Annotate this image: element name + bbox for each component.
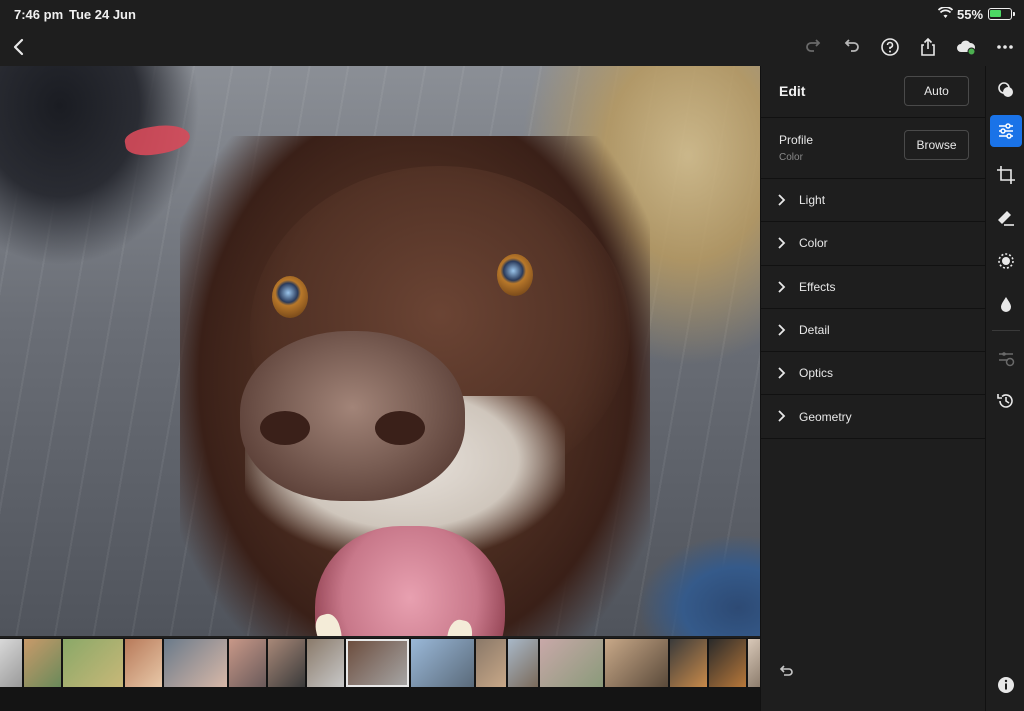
section-label: Geometry — [799, 409, 852, 424]
photo-jeans — [640, 536, 760, 636]
history-icon[interactable] — [990, 385, 1022, 417]
filmstrip[interactable] — [0, 638, 760, 688]
filmstrip-thumbnail[interactable] — [346, 639, 409, 687]
bottom-bar — [0, 688, 760, 711]
profile-row: Profile Color Browse — [761, 118, 985, 179]
tools-divider — [992, 330, 1020, 331]
cloud-sync-icon[interactable] — [953, 34, 979, 60]
filmstrip-thumbnail[interactable] — [709, 639, 746, 687]
filmstrip-thumbnail[interactable] — [63, 639, 123, 687]
filmstrip-thumbnail[interactable] — [748, 639, 760, 687]
back-icon[interactable] — [6, 34, 32, 60]
masking-icon[interactable] — [990, 245, 1022, 277]
blur-icon[interactable] — [990, 288, 1022, 320]
healing-icon[interactable] — [990, 202, 1022, 234]
section-optics[interactable]: Optics — [761, 352, 985, 396]
top-toolbar — [0, 28, 1024, 66]
edit-sections: Light Color Effects Detail Optics Geometry — [761, 179, 985, 439]
wifi-icon — [937, 6, 954, 22]
filmstrip-thumbnail[interactable] — [164, 639, 227, 687]
photo-dog-eye-right — [497, 254, 533, 296]
edit-title: Edit — [779, 83, 806, 99]
filmstrip-thumbnail[interactable] — [268, 639, 305, 687]
side-tools — [985, 66, 1024, 711]
chevron-right-icon — [776, 280, 786, 294]
filmstrip-thumbnail[interactable] — [0, 639, 22, 687]
help-icon[interactable] — [877, 34, 903, 60]
edit-sliders-icon[interactable] — [990, 115, 1022, 147]
undo-icon[interactable] — [838, 34, 864, 60]
battery-percent: 55% — [957, 7, 984, 22]
section-label: Color — [799, 236, 828, 251]
chevron-right-icon — [776, 193, 786, 207]
reset-icon[interactable] — [777, 662, 795, 680]
filmstrip-thumbnail[interactable] — [476, 639, 506, 687]
section-light[interactable]: Light — [761, 179, 985, 223]
chevron-right-icon — [776, 366, 786, 380]
filmstrip-thumbnail[interactable] — [307, 639, 344, 687]
crop-icon[interactable] — [990, 159, 1022, 191]
profile-label: Profile — [779, 133, 814, 147]
filmstrip-thumbnail[interactable] — [411, 639, 474, 687]
section-label: Effects — [799, 279, 836, 294]
section-effects[interactable]: Effects — [761, 266, 985, 309]
status-date: Tue 24 Jun — [69, 7, 136, 22]
filmstrip-thumbnail[interactable] — [605, 639, 668, 687]
section-label: Light — [799, 193, 826, 208]
filmstrip-thumbnail[interactable] — [670, 639, 707, 687]
filmstrip-thumbnail[interactable] — [229, 639, 266, 687]
filmstrip-thumbnail[interactable] — [540, 639, 603, 687]
photo-canvas[interactable] — [0, 66, 760, 636]
redo-icon[interactable] — [801, 34, 827, 60]
share-icon[interactable] — [915, 34, 941, 60]
photo-tooth-left — [312, 611, 346, 636]
edit-panel: Edit Auto Profile Color Browse Light Colo… — [760, 66, 985, 711]
photo-nostril-right — [375, 411, 425, 445]
photo-nostril-left — [260, 411, 310, 445]
edit-header: Edit Auto — [761, 66, 985, 118]
battery-fill — [990, 10, 1001, 17]
filmstrip-thumbnail[interactable] — [24, 639, 61, 687]
section-geometry[interactable]: Geometry — [761, 395, 985, 439]
filmstrip-thumbnail[interactable] — [125, 639, 162, 687]
photo-dog-eye-left — [272, 276, 308, 318]
section-detail[interactable]: Detail — [761, 309, 985, 353]
more-icon[interactable] — [992, 34, 1018, 60]
status-time: 7:46 pm — [14, 7, 64, 22]
photo-tooth-right — [443, 617, 475, 636]
photo-legs — [0, 66, 200, 266]
auto-button[interactable]: Auto — [904, 76, 969, 106]
chevron-right-icon — [776, 409, 786, 423]
section-label: Optics — [799, 366, 834, 381]
profile-value: Color — [779, 152, 803, 163]
presets-icon[interactable] — [990, 74, 1022, 106]
browse-button[interactable]: Browse — [904, 130, 969, 160]
section-color[interactable]: Color — [761, 222, 985, 266]
filmstrip-thumbnail[interactable] — [508, 639, 538, 687]
info-icon[interactable] — [990, 669, 1022, 701]
photo-dog-nose — [240, 331, 465, 501]
battery-icon — [988, 8, 1015, 20]
chevron-right-icon — [776, 323, 786, 337]
versions-icon[interactable] — [990, 342, 1022, 374]
chevron-right-icon — [776, 236, 786, 250]
status-bar: 7:46 pm Tue 24 Jun 55% — [0, 0, 1024, 28]
section-label: Detail — [799, 323, 830, 338]
